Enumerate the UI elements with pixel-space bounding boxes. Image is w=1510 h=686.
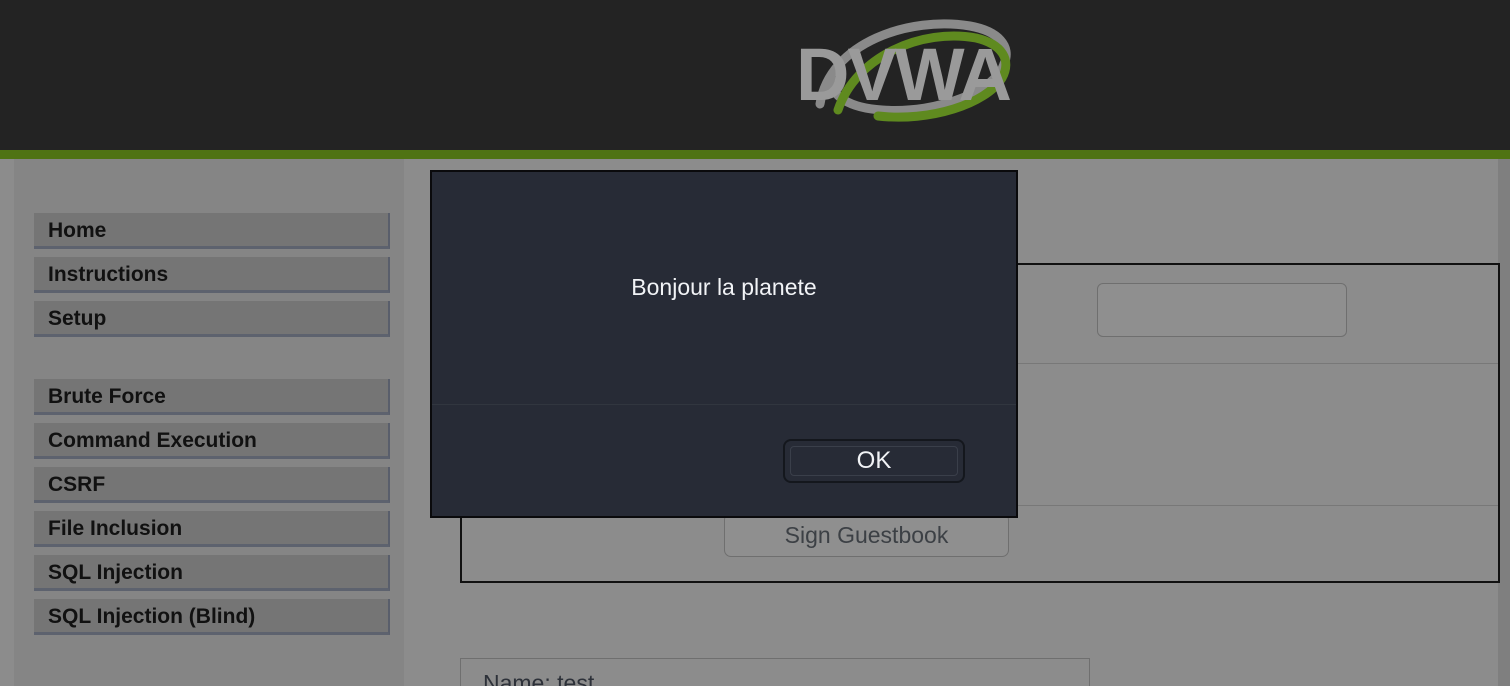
sidebar-item-brute-force[interactable]: Brute Force xyxy=(34,379,390,415)
sidebar-group-primary: Home Instructions Setup xyxy=(14,159,404,337)
sidebar-item-file-inclusion[interactable]: File Inclusion xyxy=(34,511,390,547)
sign-guestbook-button[interactable]: Sign Guestbook xyxy=(724,513,1009,557)
dialog-ok-button-label: OK xyxy=(790,446,958,476)
dvwa-logo: DVWA xyxy=(790,8,1022,138)
dialog-message: Bonjour la planete xyxy=(631,274,817,300)
sidebar-item-sql-injection-blind[interactable]: SQL Injection (Blind) xyxy=(34,599,390,635)
name-input[interactable] xyxy=(1097,283,1347,337)
sidebar: Home Instructions Setup Brute Force Comm… xyxy=(14,159,404,686)
guestbook-entry: Name: test xyxy=(460,658,1090,686)
dialog-ok-button[interactable]: OK xyxy=(783,439,965,483)
screen: DVWA Home Instructions Setup Brute Force… xyxy=(0,0,1510,686)
sidebar-item-instructions[interactable]: Instructions xyxy=(34,257,390,293)
accent-bar xyxy=(0,150,1510,159)
site-header: DVWA xyxy=(0,0,1510,150)
dialog-button-area: OK xyxy=(432,405,1016,516)
sidebar-group-vulnerabilities: Brute Force Command Execution CSRF File … xyxy=(14,379,404,635)
sidebar-item-command-execution[interactable]: Command Execution xyxy=(34,423,390,459)
sidebar-item-sql-injection[interactable]: SQL Injection xyxy=(34,555,390,591)
sidebar-item-setup[interactable]: Setup xyxy=(34,301,390,337)
sidebar-item-csrf[interactable]: CSRF xyxy=(34,467,390,503)
dialog-message-area: Bonjour la planete xyxy=(432,172,1016,404)
sidebar-item-home[interactable]: Home xyxy=(34,213,390,249)
guestbook-entry-name: Name: test xyxy=(483,670,595,686)
svg-text:DVWA: DVWA xyxy=(796,33,1011,116)
sidebar-divider xyxy=(14,345,404,379)
javascript-alert-dialog: Bonjour la planete OK xyxy=(430,170,1018,518)
